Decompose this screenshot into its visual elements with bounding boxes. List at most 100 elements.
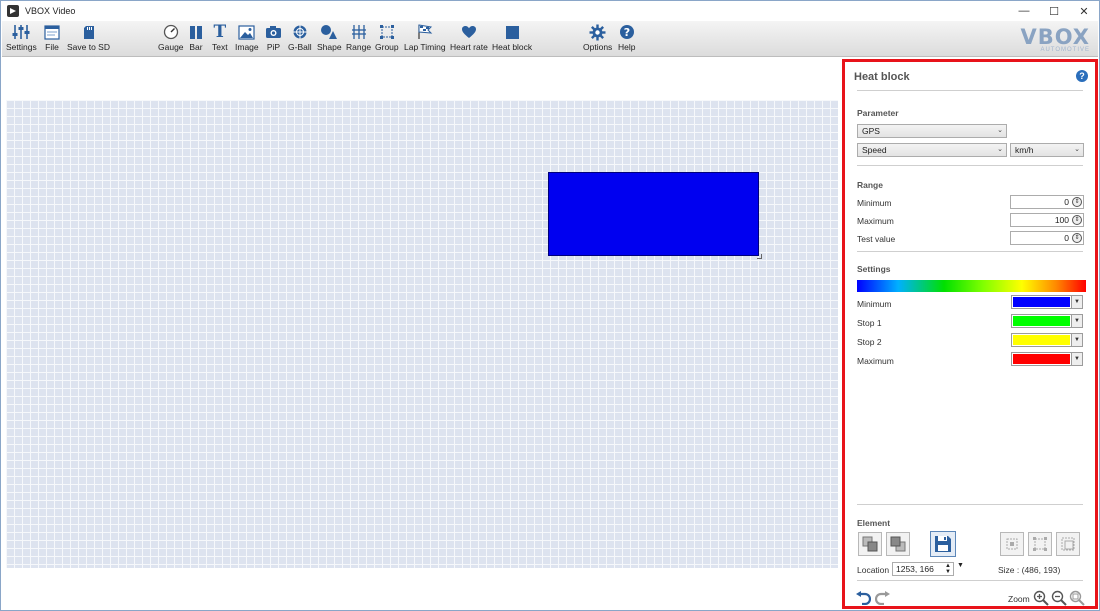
undo-button[interactable] xyxy=(854,589,872,607)
stop-maximum-label: Maximum xyxy=(857,356,894,366)
unit-select[interactable]: km/h ⌄ xyxy=(1010,143,1084,157)
chevron-down-icon: ⌄ xyxy=(997,146,1003,153)
stop-1-color-picker[interactable]: ▼ xyxy=(1011,314,1083,328)
chevron-down-icon[interactable]: ▼ xyxy=(1071,334,1082,346)
close-button[interactable]: ✕ xyxy=(1069,1,1099,21)
source-select[interactable]: GPS ⌄ xyxy=(857,124,1007,138)
distribute-button[interactable] xyxy=(1028,532,1052,556)
app-logo-icon xyxy=(7,5,19,17)
redo-icon xyxy=(875,591,890,605)
distribute-icon xyxy=(1033,537,1047,551)
resize-handle[interactable] xyxy=(757,254,762,259)
save-to-sd-button[interactable]: Save to SD xyxy=(67,23,110,55)
stop-2-color-picker[interactable]: ▼ xyxy=(1011,333,1083,347)
stepper-arrows-icon[interactable]: ⇕ xyxy=(1072,215,1082,225)
stop-maximum-color-picker[interactable]: ▼ xyxy=(1011,352,1083,366)
range-minimum-stepper[interactable]: 0 ⇕ xyxy=(1010,195,1084,209)
video-canvas[interactable] xyxy=(6,100,838,568)
color-swatch xyxy=(1013,316,1070,326)
align-center-button[interactable] xyxy=(1000,532,1024,556)
pip-button[interactable]: PiP xyxy=(265,23,282,55)
heart-icon xyxy=(461,23,477,41)
gauge-icon xyxy=(163,23,179,41)
maximize-button[interactable]: ☐ xyxy=(1039,1,1069,21)
range-icon xyxy=(351,23,367,41)
svg-text:?: ? xyxy=(624,26,630,39)
send-backward-button[interactable] xyxy=(886,532,910,556)
heat-block-button[interactable]: Heat block xyxy=(492,23,532,55)
text-button[interactable]: T Text xyxy=(212,22,228,55)
options-button[interactable]: Options xyxy=(583,23,612,55)
square-icon xyxy=(505,23,520,41)
group-icon xyxy=(379,23,395,41)
bar-icon xyxy=(189,23,203,41)
zoom-fit-button[interactable] xyxy=(1068,589,1086,607)
color-swatch xyxy=(1013,297,1070,307)
g-ball-button[interactable]: G-Ball xyxy=(288,23,312,55)
send-backward-icon xyxy=(890,536,906,552)
panel-help-icon[interactable]: ? xyxy=(1076,70,1088,82)
range-section-title: Range xyxy=(857,180,883,190)
divider xyxy=(857,504,1083,505)
help-button[interactable]: ? Help xyxy=(618,23,635,55)
fit-button[interactable] xyxy=(1056,532,1080,556)
save-element-button[interactable] xyxy=(930,531,956,557)
chevron-down-icon: ⌄ xyxy=(997,127,1003,134)
vbox-logo: VBOX xyxy=(1020,25,1090,49)
stepper-arrows-icon[interactable]: ▲ ▼ xyxy=(945,563,951,575)
range-button[interactable]: Range xyxy=(346,23,371,55)
vbox-logo-subtitle: AUTOMOTIVE xyxy=(1040,47,1090,53)
chevron-down-icon[interactable]: ▼ xyxy=(1071,315,1082,327)
panel-title: Heat block xyxy=(854,71,910,83)
bar-button[interactable]: Bar xyxy=(189,23,203,55)
minimize-button[interactable]: — xyxy=(1009,1,1039,21)
align-center-icon xyxy=(1006,538,1018,550)
redo-button[interactable] xyxy=(874,589,892,607)
shape-button[interactable]: Shape xyxy=(317,23,342,55)
lap-timing-button[interactable]: Lap Timing xyxy=(404,23,446,55)
stop-1-label: Stop 1 xyxy=(857,318,882,328)
checkered-flag-icon xyxy=(417,23,433,41)
chevron-down-icon[interactable]: ▼ xyxy=(1071,296,1082,308)
test-value-label: Test value xyxy=(857,234,896,244)
zoom-in-button[interactable] xyxy=(1032,589,1050,607)
heat-block-element[interactable] xyxy=(548,172,762,259)
size-readout: Size : (486, 193) xyxy=(998,565,1061,575)
zoom-label: Zoom xyxy=(1008,594,1030,604)
group-button[interactable]: Group xyxy=(375,23,399,55)
chevron-down-icon[interactable]: ▼ xyxy=(957,562,964,569)
color-gradient-preview xyxy=(857,280,1086,292)
zoom-out-icon xyxy=(1051,590,1067,606)
bring-forward-button[interactable] xyxy=(858,532,882,556)
image-icon xyxy=(238,23,255,41)
stepper-arrows-icon[interactable]: ⇕ xyxy=(1072,197,1082,207)
location-input[interactable]: 1253, 166 ▲ ▼ xyxy=(892,562,954,576)
location-label: Location : xyxy=(857,565,894,575)
gauge-button[interactable]: Gauge xyxy=(158,23,184,55)
divider xyxy=(857,251,1083,252)
undo-icon xyxy=(856,591,871,605)
shape-icon xyxy=(320,23,338,41)
channel-select[interactable]: Speed ⌄ xyxy=(857,143,1007,157)
file-button[interactable]: File xyxy=(44,23,60,55)
stop-2-label: Stop 2 xyxy=(857,337,882,347)
stop-minimum-color-picker[interactable]: ▼ xyxy=(1011,295,1083,309)
sliders-icon xyxy=(12,23,30,41)
divider xyxy=(857,165,1083,166)
app-window: VBOX Video — ☐ ✕ Settings File Save to S… xyxy=(0,0,1100,611)
stepper-arrows-icon[interactable]: ⇕ xyxy=(1072,233,1082,243)
divider xyxy=(857,580,1083,581)
image-button[interactable]: Image xyxy=(235,23,259,55)
bring-forward-icon xyxy=(862,536,878,552)
zoom-out-button[interactable] xyxy=(1050,589,1068,607)
stop-minimum-label: Minimum xyxy=(857,299,892,309)
heart-rate-button[interactable]: Heart rate xyxy=(450,23,488,55)
test-value-stepper[interactable]: 0 ⇕ xyxy=(1010,231,1084,245)
title-bar: VBOX Video — ☐ ✕ xyxy=(1,1,1099,21)
range-maximum-stepper[interactable]: 100 ⇕ xyxy=(1010,213,1084,227)
camera-icon xyxy=(265,23,282,41)
text-icon: T xyxy=(213,22,227,42)
chevron-down-icon[interactable]: ▼ xyxy=(1071,353,1082,365)
settings-button[interactable]: Settings xyxy=(6,23,37,55)
color-swatch xyxy=(1013,335,1070,345)
